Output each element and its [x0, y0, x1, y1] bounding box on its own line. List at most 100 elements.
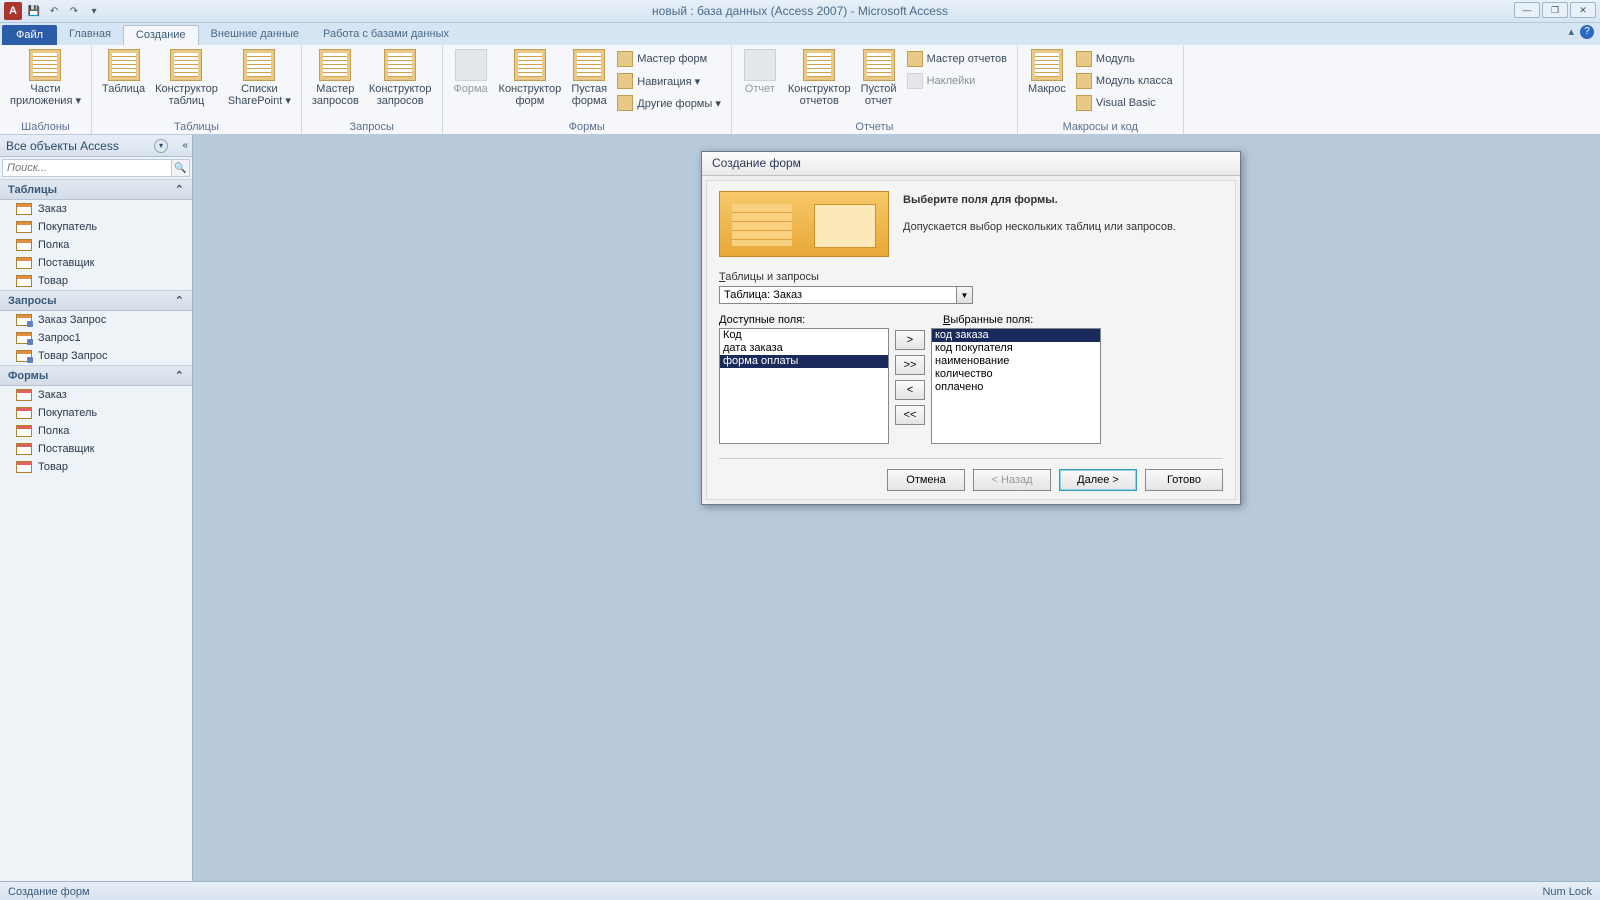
- tab-create[interactable]: Создание: [123, 25, 199, 45]
- module-button[interactable]: Модуль: [1072, 49, 1177, 69]
- other-forms-button[interactable]: Другие формы ▾: [613, 93, 725, 113]
- blank-form-button[interactable]: Пустая форма: [567, 47, 611, 109]
- help-icon[interactable]: ?: [1580, 25, 1594, 39]
- collapse-icon: ⌃: [175, 183, 184, 196]
- class-module-button[interactable]: Модуль класса: [1072, 71, 1177, 91]
- statusbar: Создание форм Num Lock: [0, 881, 1600, 900]
- move-all-left-button[interactable]: <<: [895, 405, 925, 425]
- maximize-button[interactable]: ❐: [1542, 2, 1568, 18]
- qat-more-icon[interactable]: ▾: [86, 3, 102, 19]
- dialog-title: Создание форм: [702, 152, 1240, 176]
- navpane-item[interactable]: Товар: [0, 458, 192, 476]
- group-queries: Запросы: [308, 120, 436, 134]
- list-item[interactable]: код заказа: [932, 329, 1100, 342]
- tab-file[interactable]: Файл: [2, 25, 57, 45]
- move-right-button[interactable]: >: [895, 330, 925, 350]
- form-button: Форма: [449, 47, 493, 97]
- query-wizard-button[interactable]: Мастер запросов: [308, 47, 363, 109]
- table-button[interactable]: Таблица: [98, 47, 149, 97]
- navpane-dropdown-icon[interactable]: ▾: [154, 139, 168, 153]
- minimize-button[interactable]: —: [1514, 2, 1540, 18]
- back-button: < Назад: [973, 469, 1051, 491]
- group-tables: Таблицы: [98, 120, 295, 134]
- group-forms: Формы: [449, 120, 725, 134]
- combo-dropdown-icon[interactable]: ▼: [957, 286, 973, 304]
- undo-icon[interactable]: ↶: [46, 3, 62, 19]
- redo-icon[interactable]: ↷: [66, 3, 82, 19]
- navpane-item[interactable]: Покупатель: [0, 404, 192, 422]
- list-item[interactable]: дата заказа: [720, 342, 888, 355]
- report-button: Отчет: [738, 47, 782, 97]
- navpane-item[interactable]: Заказ: [0, 200, 192, 218]
- navpane-item[interactable]: Поставщик: [0, 254, 192, 272]
- list-item[interactable]: форма оплаты: [720, 355, 888, 368]
- navpane-header[interactable]: Все объекты Access ▾ «: [0, 135, 192, 157]
- move-left-button[interactable]: <: [895, 380, 925, 400]
- list-item[interactable]: наименование: [932, 355, 1100, 368]
- query-design-button[interactable]: Конструктор запросов: [365, 47, 436, 109]
- list-item[interactable]: оплачено: [932, 381, 1100, 394]
- navpane-item[interactable]: Запрос1: [0, 329, 192, 347]
- search-input[interactable]: [3, 160, 171, 176]
- form-wizard-dialog: Создание форм Выберите поля для формы. Д…: [701, 151, 1241, 505]
- navpane-item[interactable]: Полка: [0, 236, 192, 254]
- navpane-item[interactable]: Полка: [0, 422, 192, 440]
- list-item[interactable]: Код: [720, 329, 888, 342]
- close-button[interactable]: ✕: [1570, 2, 1596, 18]
- form-design-button[interactable]: Конструктор форм: [495, 47, 566, 109]
- app-parts-button[interactable]: Части приложения ▾: [6, 47, 85, 109]
- quick-access-toolbar: A 💾 ↶ ↷ ▾: [0, 2, 106, 20]
- labels-button: Наклейки: [903, 71, 1011, 91]
- group-macros: Макросы и код: [1024, 120, 1177, 134]
- tab-home[interactable]: Главная: [57, 25, 123, 45]
- save-icon[interactable]: 💾: [26, 3, 42, 19]
- navpane-collapse-icon[interactable]: «: [182, 140, 188, 151]
- navigation-pane: Все объекты Access ▾ « 🔍 Таблицы⌃ ЗаказП…: [0, 135, 193, 881]
- sharepoint-lists-button[interactable]: Списки SharePoint ▾: [224, 47, 295, 109]
- collapse-icon: ⌃: [175, 294, 184, 307]
- window-title: новый : база данных (Access 2007) - Micr…: [652, 4, 948, 18]
- finish-button[interactable]: Готово: [1145, 469, 1223, 491]
- selected-fields-listbox[interactable]: код заказакод покупателянаименованиеколи…: [931, 328, 1101, 444]
- navpane-item[interactable]: Заказ Запрос: [0, 311, 192, 329]
- report-design-button[interactable]: Конструктор отчетов: [784, 47, 855, 109]
- titlebar: A 💾 ↶ ↷ ▾ новый : база данных (Access 20…: [0, 0, 1600, 23]
- vba-button[interactable]: Visual Basic: [1072, 93, 1177, 113]
- dialog-heading: Выберите поля для формы.: [903, 193, 1223, 208]
- table-design-button[interactable]: Конструктор таблиц: [151, 47, 222, 109]
- navpane-item[interactable]: Покупатель: [0, 218, 192, 236]
- macro-button[interactable]: Макрос: [1024, 47, 1070, 97]
- wizard-image: [719, 191, 889, 257]
- combo-input[interactable]: [719, 286, 957, 304]
- navpane-item[interactable]: Товар Запрос: [0, 347, 192, 365]
- category-tables[interactable]: Таблицы⌃: [0, 179, 192, 200]
- collapse-icon: ⌃: [175, 369, 184, 382]
- minimize-ribbon-icon[interactable]: ▴: [1568, 25, 1574, 39]
- search-icon[interactable]: 🔍: [171, 160, 189, 176]
- navpane-item[interactable]: Поставщик: [0, 440, 192, 458]
- navpane-search: 🔍: [2, 159, 190, 177]
- group-templates: Шаблоны: [6, 120, 85, 134]
- category-forms[interactable]: Формы⌃: [0, 365, 192, 386]
- list-item[interactable]: количество: [932, 368, 1100, 381]
- next-button[interactable]: Далее >: [1059, 469, 1137, 491]
- blank-report-button[interactable]: Пустой отчет: [857, 47, 901, 109]
- ribbon-tabs: Файл Главная Создание Внешние данные Раб…: [0, 23, 1600, 45]
- document-area: Создание форм Выберите поля для формы. Д…: [193, 135, 1600, 881]
- available-fields-listbox[interactable]: Коддата заказаформа оплаты: [719, 328, 889, 444]
- tables-queries-label: Таблицы и запросы: [719, 271, 1223, 283]
- list-item[interactable]: код покупателя: [932, 342, 1100, 355]
- navpane-item[interactable]: Заказ: [0, 386, 192, 404]
- move-all-right-button[interactable]: >>: [895, 355, 925, 375]
- app-icon[interactable]: A: [4, 2, 22, 20]
- cancel-button[interactable]: Отмена: [887, 469, 965, 491]
- tab-dbtools[interactable]: Работа с базами данных: [311, 25, 461, 45]
- form-wizard-button[interactable]: Мастер форм: [613, 49, 725, 69]
- workspace: Все объекты Access ▾ « 🔍 Таблицы⌃ ЗаказП…: [0, 135, 1600, 881]
- navigation-button[interactable]: Навигация ▾: [613, 71, 725, 91]
- tables-queries-combo[interactable]: ▼: [719, 286, 973, 304]
- tab-external[interactable]: Внешние данные: [199, 25, 311, 45]
- category-queries[interactable]: Запросы⌃: [0, 290, 192, 311]
- navpane-item[interactable]: Товар: [0, 272, 192, 290]
- report-wizard-button[interactable]: Мастер отчетов: [903, 49, 1011, 69]
